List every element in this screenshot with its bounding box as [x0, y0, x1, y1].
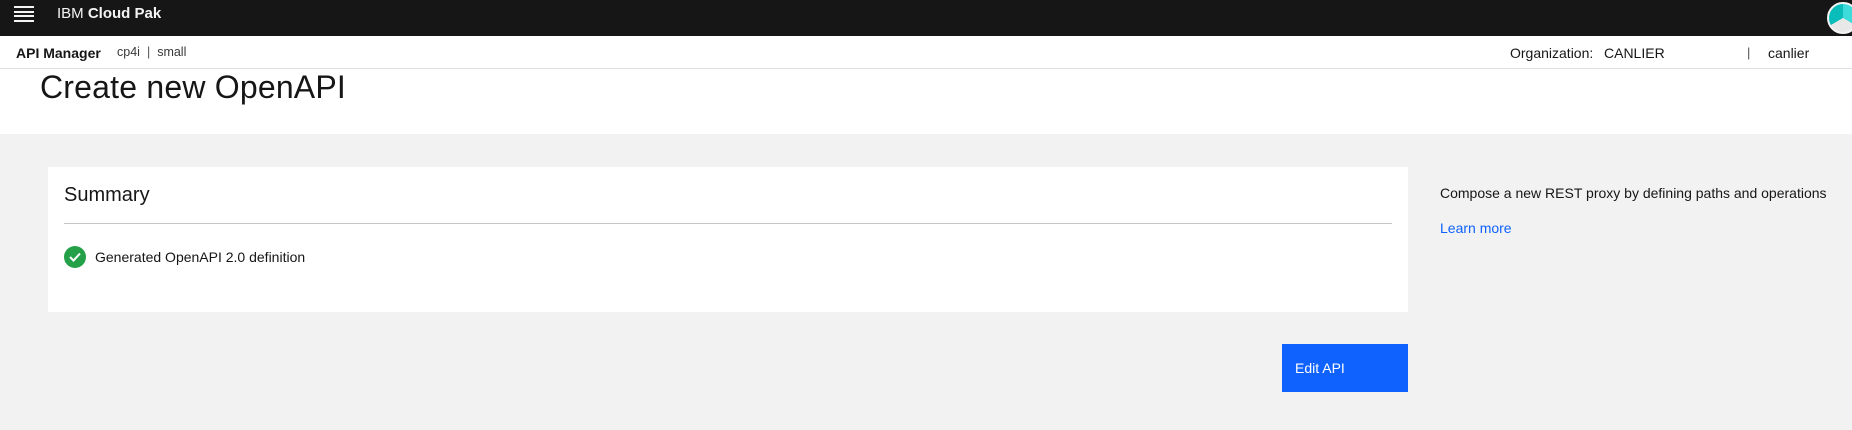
hamburger-menu-icon[interactable] — [14, 6, 34, 22]
user-avatar[interactable] — [1827, 2, 1852, 34]
user-separator: | — [1747, 45, 1751, 60]
masthead: IBM Cloud Pak — [0, 0, 1852, 36]
page-header: Create new OpenAPI — [0, 69, 1852, 134]
user-menu[interactable]: canlier — [1768, 45, 1809, 61]
edit-api-button[interactable]: Edit API — [1282, 344, 1408, 392]
status-text: Generated OpenAPI 2.0 definition — [95, 249, 306, 265]
app-header: API Manager cp4i | small Organization: CAN… — [0, 36, 1852, 69]
checkmark-filled-icon — [64, 246, 86, 268]
brand-prefix: IBM — [57, 5, 84, 22]
organization-label: Organization: — [1510, 45, 1594, 61]
context-instance: cp4i — [117, 45, 140, 59]
summary-divider — [64, 223, 1392, 224]
app-name[interactable]: API Manager — [16, 45, 101, 61]
page-title: Create new OpenAPI — [40, 69, 346, 105]
brand-product: Cloud Pak — [87, 5, 162, 22]
context-size: small — [157, 45, 187, 59]
status-row: Generated OpenAPI 2.0 definition — [64, 246, 305, 268]
context-info: cp4i | small — [117, 45, 186, 59]
summary-heading: Summary — [64, 184, 150, 206]
brand[interactable]: IBM Cloud Pak — [57, 4, 161, 24]
side-description: Compose a new REST proxy by defining pat… — [1440, 185, 1827, 201]
context-separator: | — [146, 45, 151, 59]
learn-more-link[interactable]: Learn more — [1440, 220, 1512, 236]
organization-selector[interactable]: CANLIER — [1604, 45, 1665, 61]
summary-card: Summary Generated OpenAPI 2.0 definition — [48, 167, 1408, 312]
